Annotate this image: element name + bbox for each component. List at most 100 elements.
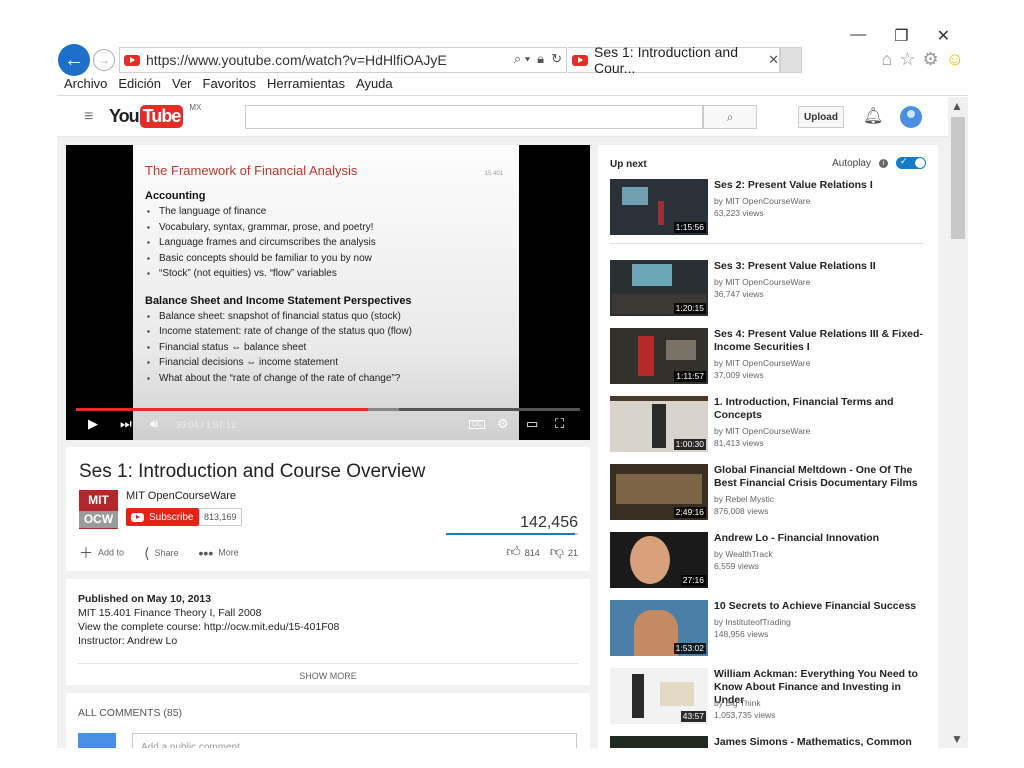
browser-tab[interactable]: Ses 1: Introduction and Cour... ✕ bbox=[568, 44, 780, 76]
menu-archivo[interactable]: Archivo bbox=[64, 76, 107, 95]
next-icon[interactable]: ⏭ bbox=[120, 416, 132, 432]
avatar bbox=[78, 733, 116, 748]
add-to-button[interactable]: ＋ Add to bbox=[79, 543, 124, 563]
captions-button[interactable]: CC bbox=[469, 420, 486, 429]
forward-button[interactable]: → bbox=[93, 49, 115, 71]
up-next-label: Up next bbox=[610, 159, 647, 170]
close-icon[interactable]: ✕ bbox=[937, 26, 950, 46]
thumbnail-scene bbox=[622, 187, 648, 205]
related-video-item[interactable]: 43:57 William Ackman: Everything You Nee… bbox=[610, 668, 930, 726]
dislike-count: 21 bbox=[567, 548, 578, 558]
related-video-item[interactable]: 1:20:15 Ses 3: Present Value Relations I… bbox=[610, 260, 930, 318]
slide-bullet: “Stock” (not equities) vs. “flow” variab… bbox=[145, 266, 507, 282]
info-icon[interactable]: i bbox=[879, 158, 888, 168]
video-channel: by MIT OpenCourseWare bbox=[714, 196, 811, 206]
search-input[interactable] bbox=[245, 105, 703, 129]
subscribe-button[interactable]: Subscribe bbox=[126, 508, 200, 526]
youtube-favicon-icon bbox=[572, 54, 588, 66]
star-icon[interactable]: ☆ bbox=[899, 49, 915, 70]
volume-icon[interactable]: 🔊︎ bbox=[150, 416, 158, 432]
menu-bar: Archivo Edición Ver Favoritos Herramient… bbox=[57, 76, 968, 96]
video-views: 81,413 views bbox=[714, 438, 764, 448]
browser-window: — ❐ ✕ ← → https://www.youtube.com/watch?… bbox=[57, 22, 968, 748]
address-bar[interactable]: https://www.youtube.com/watch?v=HdHlfiOA… bbox=[119, 47, 567, 73]
youtube-favicon-icon bbox=[124, 54, 140, 66]
back-button[interactable]: ← bbox=[58, 44, 90, 76]
menu-ayuda[interactable]: Ayuda bbox=[356, 76, 393, 95]
smiley-feedback-icon[interactable]: ☺ bbox=[946, 49, 964, 70]
related-video-item[interactable]: 1:11:57 Ses 4: Present Value Relations I… bbox=[610, 328, 930, 386]
upload-button[interactable]: Upload bbox=[798, 106, 844, 128]
related-video-item[interactable]: 1:00:30 1. Introduction, Financial Terms… bbox=[610, 396, 930, 454]
like-ratio-fill bbox=[446, 533, 575, 535]
avatar[interactable] bbox=[900, 106, 922, 128]
share-button[interactable]: ⟨ Share bbox=[144, 545, 179, 562]
autoplay-label: Autoplay bbox=[832, 157, 871, 169]
home-icon[interactable]: ⌂ bbox=[881, 49, 892, 70]
menu-edicion[interactable]: Edición bbox=[118, 76, 161, 95]
video-views: 1,053,735 views bbox=[714, 710, 776, 720]
video-thumbnail: 1:53:02 bbox=[610, 600, 708, 656]
menu-herramientas[interactable]: Herramientas bbox=[267, 76, 345, 95]
comment-input[interactable]: Add a public comment... bbox=[132, 733, 577, 748]
menu-favoritos[interactable]: Favoritos bbox=[203, 76, 256, 95]
arrow-right-icon: → bbox=[98, 53, 110, 67]
related-video-item[interactable]: 1:15:56 Ses 2: Present Value Relations I… bbox=[610, 179, 930, 237]
refresh-icon[interactable]: ↻ bbox=[551, 51, 562, 67]
like-button[interactable]: 👍︎ 814 bbox=[506, 543, 540, 560]
theater-mode-icon[interactable]: ▭ bbox=[526, 416, 538, 432]
related-video-item[interactable]: James Simons - Mathematics, Common bbox=[610, 736, 930, 748]
autoplay-toggle[interactable]: ✓ bbox=[896, 156, 926, 169]
slide-bullet: Balance sheet: snapshot of financial sta… bbox=[145, 309, 507, 325]
menu-icon[interactable]: ≡ bbox=[84, 108, 93, 126]
chevron-up-icon[interactable]: ▲ bbox=[951, 99, 963, 113]
search-dropdown-icon[interactable]: ⌕ ▾ bbox=[514, 51, 530, 67]
show-more-button[interactable]: SHOW MORE bbox=[66, 669, 590, 683]
player-controls: ▶ ⏭ 🔊︎ 39:04 / 1:07:12 CC ⚙ ▭ ⛶ bbox=[66, 411, 590, 440]
fullscreen-icon[interactable]: ⛶ bbox=[555, 416, 564, 432]
slide-bullet: Vocabulary, syntax, grammar, prose, and … bbox=[145, 220, 507, 236]
youtube-logo[interactable]: You Tube MX bbox=[109, 103, 201, 128]
related-video-item[interactable]: 1:53:02 10 Secrets to Achieve Financial … bbox=[610, 600, 930, 658]
chevron-down-icon[interactable]: ▼ bbox=[951, 732, 963, 746]
related-video-item[interactable]: 27:16 Andrew Lo - Financial Innovation b… bbox=[610, 532, 930, 590]
slide-bullet: What about the “rate of change of the ra… bbox=[145, 371, 507, 387]
tab-close-icon[interactable]: ✕ bbox=[768, 52, 779, 68]
video-thumbnail bbox=[610, 736, 708, 748]
video-title: Global Financial Meltdown - One Of The B… bbox=[714, 464, 918, 489]
new-tab-button[interactable] bbox=[780, 47, 802, 73]
related-video-item[interactable]: 2:49:16 Global Financial Meltdown - One … bbox=[610, 464, 930, 522]
play-icon[interactable]: ▶ bbox=[88, 416, 98, 432]
video-views: 876,008 views bbox=[714, 506, 769, 516]
video-duration: 1:00:30 bbox=[673, 439, 706, 450]
gear-icon[interactable]: ⚙ bbox=[922, 49, 938, 70]
minimize-icon[interactable]: — bbox=[850, 26, 866, 46]
lock-icon[interactable]: 🔒︎ bbox=[537, 51, 544, 67]
menu-ver[interactable]: Ver bbox=[172, 76, 192, 95]
video-duration: 1:15:56 bbox=[673, 222, 706, 233]
search-button[interactable]: ⌕ bbox=[703, 105, 757, 129]
vertical-scrollbar[interactable]: ▲ ▼ bbox=[948, 97, 968, 748]
thumbnail-scene bbox=[616, 474, 702, 504]
bell-icon[interactable]: 🔔︎ bbox=[863, 106, 883, 126]
gear-icon[interactable]: ⚙ bbox=[497, 416, 509, 432]
thumbnail-scene bbox=[638, 336, 654, 376]
dislike-button[interactable]: 👎︎ 21 bbox=[550, 543, 578, 560]
video-title: Ses 4: Present Value Relations III & Fix… bbox=[714, 328, 923, 353]
channel-logo[interactable]: MIT OCW bbox=[79, 490, 118, 529]
video-views: 6,559 views bbox=[714, 561, 759, 571]
video-player[interactable]: The Framework of Financial Analysis 15.4… bbox=[66, 145, 590, 440]
video-title: 10 Secrets to Achieve Financial Success bbox=[714, 600, 917, 612]
channel-name[interactable]: MIT OpenCourseWare bbox=[126, 490, 236, 502]
slide-bullet: Income statement: rate of change of the … bbox=[145, 324, 507, 340]
slide-bullet: Language frames and circumscribes the an… bbox=[145, 235, 507, 251]
thumbs-up-icon: 👍︎ bbox=[506, 543, 521, 559]
restore-icon[interactable]: ❐ bbox=[894, 26, 908, 46]
thumbnail-scene bbox=[610, 396, 708, 401]
scrollbar-thumb[interactable] bbox=[951, 117, 965, 239]
video-duration: 2:49:16 bbox=[673, 507, 706, 518]
divider bbox=[78, 663, 578, 664]
more-button[interactable]: ••• More bbox=[199, 545, 239, 561]
video-duration: 1:11:57 bbox=[674, 371, 706, 382]
video-views: 63,223 views bbox=[714, 208, 764, 218]
